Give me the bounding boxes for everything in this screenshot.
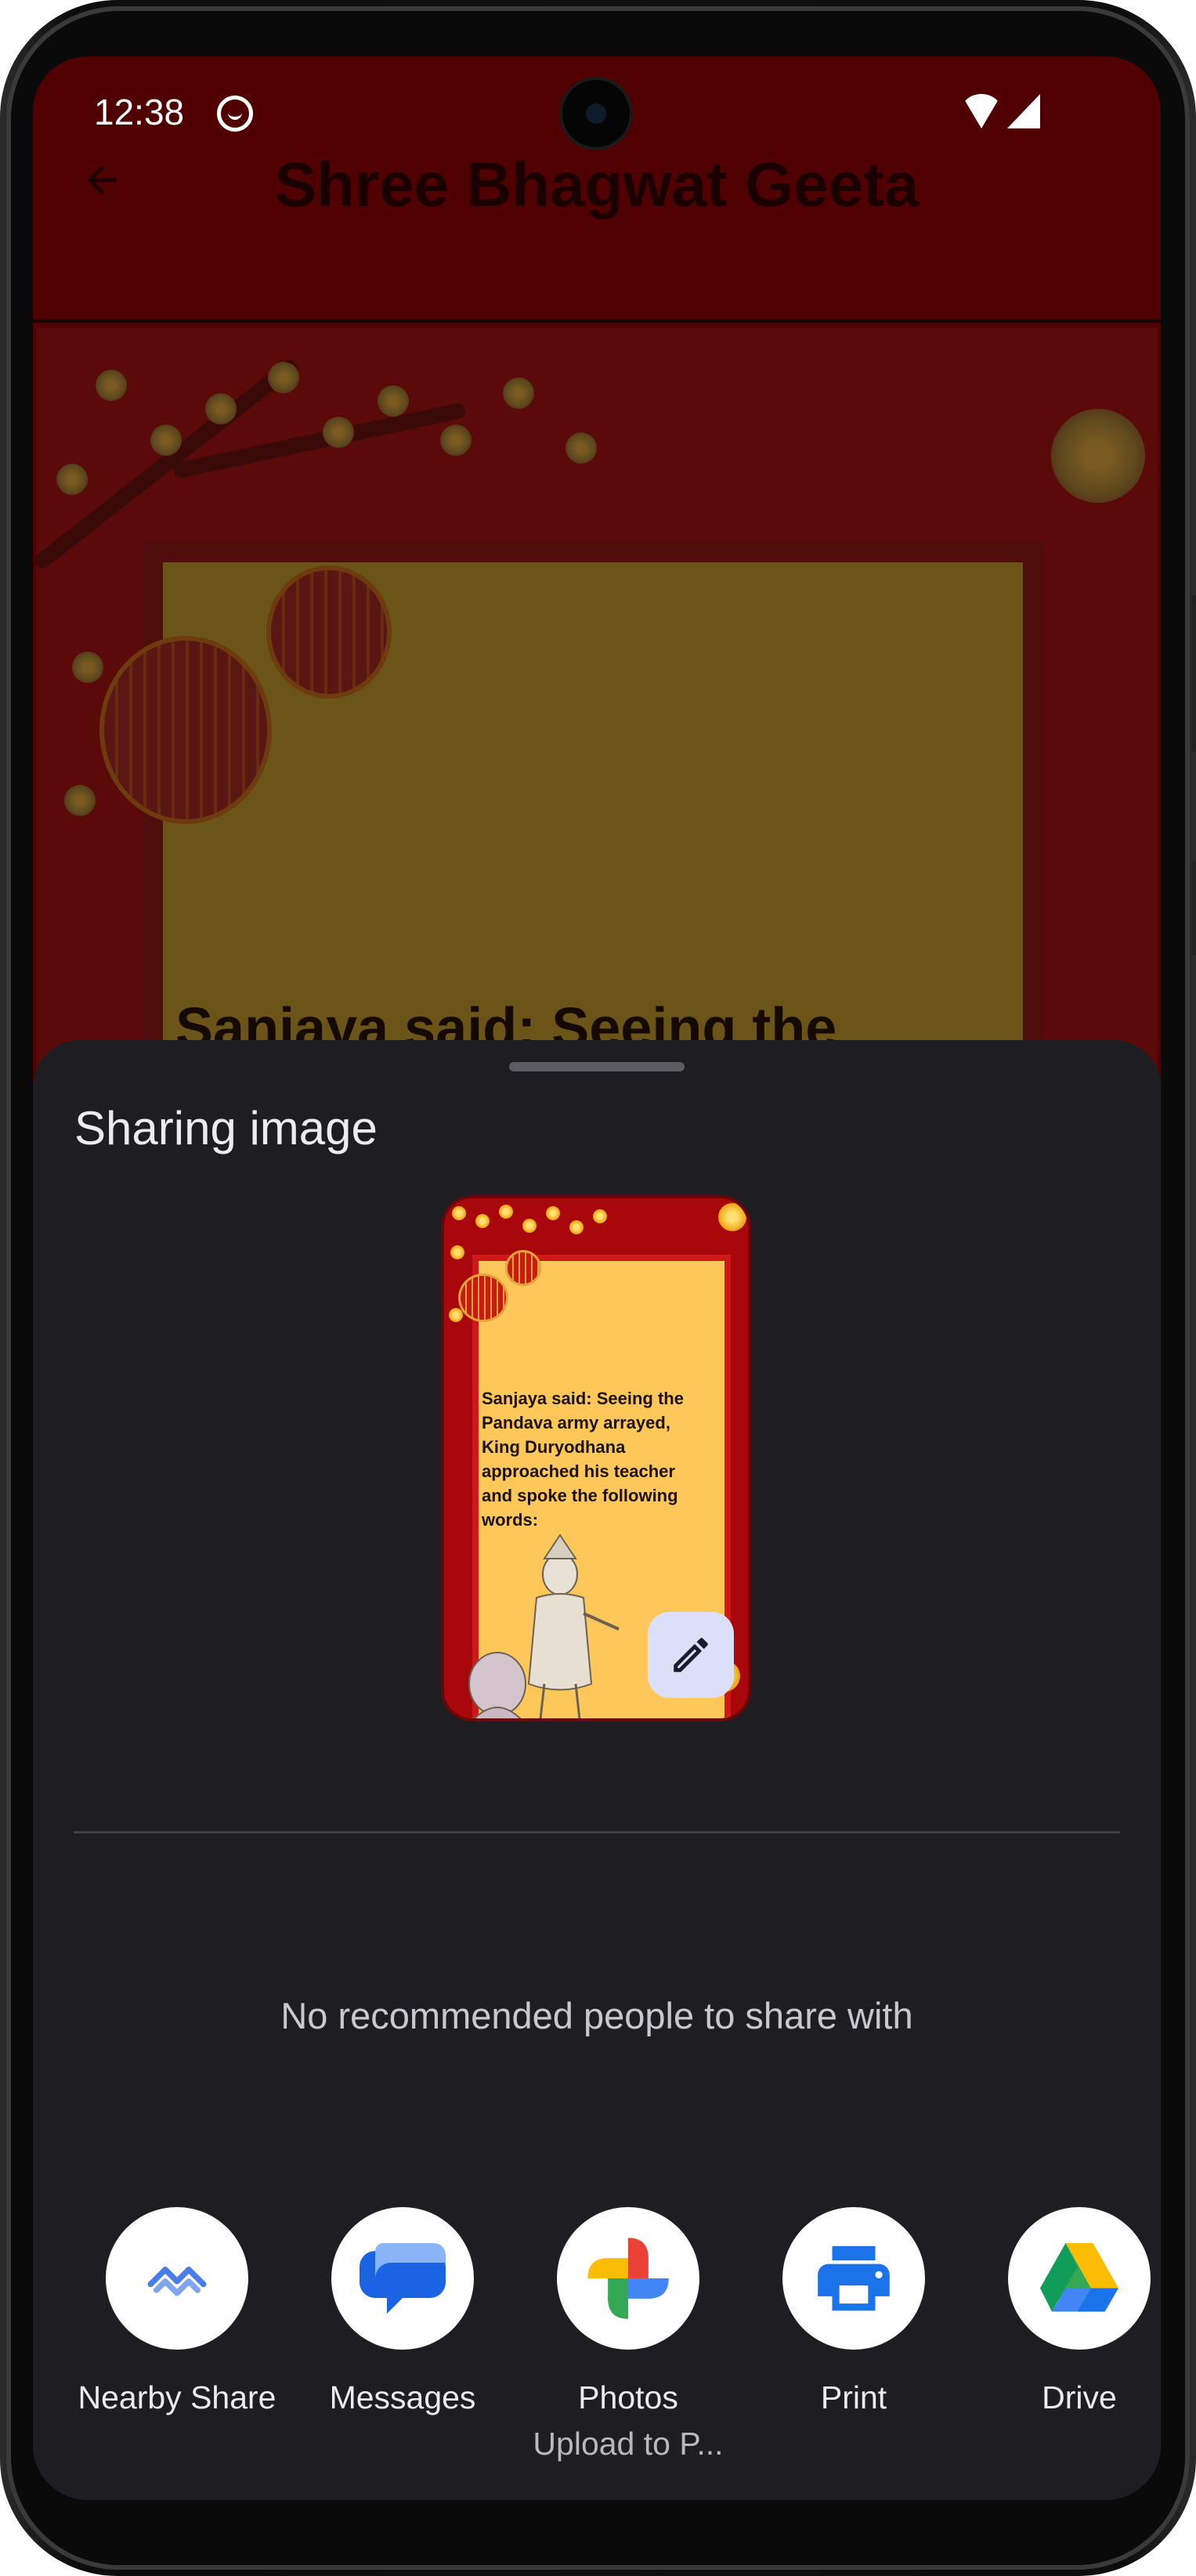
preview-lantern — [505, 1250, 541, 1286]
blossom-decoration — [378, 385, 409, 417]
preview-blossom — [522, 1219, 537, 1233]
lantern-decoration — [266, 565, 392, 699]
photos-button[interactable] — [557, 2207, 699, 2350]
drag-handle[interactable] — [509, 1062, 685, 1071]
target-sublabel: Upload to P... — [533, 2426, 724, 2462]
preview-blossom — [452, 1206, 466, 1220]
blossom-decoration — [268, 362, 299, 393]
preview-blossom — [499, 1205, 513, 1219]
blossom-decoration — [150, 425, 182, 456]
nearby-share-button[interactable] — [106, 2207, 248, 2350]
blossom-decoration — [440, 425, 472, 456]
print-button[interactable] — [782, 2207, 925, 2350]
preview-blossom — [546, 1206, 560, 1220]
blossom-decoration — [72, 652, 103, 683]
messages-icon — [360, 2243, 446, 2314]
preview-blossom — [718, 1203, 746, 1231]
front-camera — [562, 80, 630, 147]
no-recommendations-message: No recommended people to share with — [280, 1995, 913, 2036]
blossom-decoration — [64, 785, 96, 816]
share-target-drive[interactable]: Drive — [977, 2207, 1161, 2416]
wifi-icon — [961, 94, 1002, 128]
signal-icon — [1007, 94, 1040, 128]
drive-icon — [1040, 2243, 1118, 2312]
preview-blossom — [450, 1245, 464, 1259]
blossom-decoration — [205, 393, 237, 425]
blossom-decoration — [323, 417, 354, 448]
photos-icon — [587, 2238, 669, 2319]
edit-image-button[interactable] — [648, 1612, 734, 1698]
screen: Sanjaya said: Seeing the 12:38 Shree Bha… — [33, 56, 1161, 2500]
blossom-decoration — [565, 432, 597, 464]
share-sheet-title: Sharing image — [74, 1102, 378, 1154]
target-label: Nearby Share — [78, 2379, 276, 2415]
page-title: Shree Bhagwat Geeta — [274, 150, 920, 219]
status-time: 12:38 — [94, 92, 185, 132]
share-targets-row: Nearby Share Messages Photos Upload to P… — [33, 2207, 1161, 2473]
print-icon — [818, 2245, 890, 2311]
target-label: Print — [820, 2379, 887, 2415]
section-divider — [74, 1831, 1120, 1834]
drive-button[interactable] — [1008, 2207, 1151, 2350]
blossom-decoration — [96, 370, 127, 401]
nearby-share-icon — [147, 2267, 207, 2296]
preview-blossom — [449, 1308, 463, 1322]
volume-button — [1191, 595, 1196, 752]
preview-blossom — [593, 1209, 607, 1223]
share-target-nearby-share[interactable]: Nearby Share — [75, 2207, 279, 2416]
preview-lantern — [458, 1274, 508, 1322]
krishna-arjuna-illustration — [468, 1534, 620, 1718]
share-target-print[interactable]: Print — [752, 2207, 956, 2416]
preview-blossom — [475, 1214, 490, 1228]
share-target-photos[interactable]: Photos Upload to P... — [526, 2207, 730, 2462]
app-notification-icon — [217, 96, 253, 132]
target-label: Drive — [1042, 2379, 1117, 2415]
image-preview: Sanjaya said: Seeing the Pandava army ar… — [441, 1195, 751, 1722]
share-sheet: Sharing image Sanjaya said: Seeing the P… — [33, 1040, 1161, 2500]
blossom-decoration — [56, 464, 88, 495]
preview-blossom — [569, 1220, 584, 1234]
preview-verse-text: Sanjaya said: Seeing the Pandava army ar… — [482, 1389, 684, 1530]
messages-button[interactable] — [331, 2207, 474, 2350]
blossom-decoration — [1051, 409, 1145, 503]
lantern-decoration — [99, 636, 272, 824]
pencil-icon — [674, 1638, 708, 1672]
blossom-decoration — [503, 378, 534, 409]
power-button — [1191, 862, 1196, 956]
share-target-messages[interactable]: Messages — [301, 2207, 504, 2416]
target-label: Photos — [578, 2379, 678, 2415]
target-label: Messages — [329, 2379, 476, 2415]
device-frame: Sanjaya said: Seeing the 12:38 Shree Bha… — [0, 0, 1196, 2576]
